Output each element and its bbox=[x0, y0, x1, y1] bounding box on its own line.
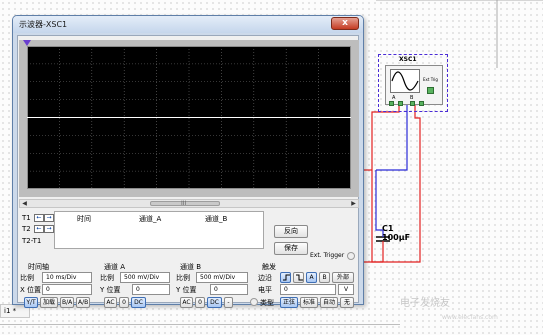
falling-edge-button[interactable] bbox=[293, 272, 304, 283]
mode-add-button[interactable]: 加载 bbox=[40, 297, 58, 308]
mode-ba-button[interactable]: B/A bbox=[60, 297, 74, 308]
close-button[interactable]: x bbox=[331, 17, 359, 30]
channel-b-scale-field[interactable]: 500 mV/Div bbox=[196, 272, 248, 283]
channel-a-ac-button[interactable]: AC bbox=[104, 297, 117, 308]
ext-trig-label: Ext Trig bbox=[423, 77, 438, 82]
scroll-left-icon[interactable]: ◀ bbox=[20, 200, 29, 207]
t1-right-arrow[interactable]: → bbox=[44, 214, 54, 222]
x-position-label: X 位置 bbox=[20, 286, 42, 294]
mode-yt-button[interactable]: Y/T bbox=[24, 297, 38, 308]
trigger-auto-button[interactable]: 自动 bbox=[320, 297, 338, 308]
channel-b-dc-button[interactable]: DC bbox=[207, 297, 222, 308]
channel-b-invert-button[interactable]: - bbox=[224, 297, 233, 308]
channel-b-minus-terminal[interactable] bbox=[419, 101, 424, 106]
channel-b-ypos-label: Y 位置 bbox=[176, 286, 197, 294]
timebase-scale-label: 比例 bbox=[20, 274, 34, 282]
channel-a-zero-button[interactable]: 0 bbox=[119, 297, 129, 308]
reverse-button[interactable]: 反向 bbox=[274, 225, 308, 238]
trigger-source-a-button[interactable]: A bbox=[306, 272, 317, 283]
col-channel-a: 通道_A bbox=[139, 215, 162, 223]
window-title: 示波器-XSC1 bbox=[19, 20, 68, 29]
trigger-none-button[interactable]: 无 bbox=[340, 297, 354, 308]
trigger-level-field[interactable]: 0 bbox=[280, 284, 336, 295]
t1-label: T1 bbox=[22, 214, 31, 222]
trigger-normal-button[interactable]: 标准 bbox=[300, 297, 318, 308]
channel-b-scale-label: 比例 bbox=[176, 274, 190, 282]
ext-trigger-terminal[interactable] bbox=[347, 252, 355, 260]
scroll-thumb[interactable]: III bbox=[150, 200, 220, 207]
trigger-level-unit[interactable]: V bbox=[338, 284, 354, 295]
channel-a-dc-button[interactable]: DC bbox=[131, 297, 146, 308]
scope-display-frame bbox=[19, 40, 359, 197]
oscilloscope-window: 示波器-XSC1 x ◀ III ▶ T1 ← → T2 ← → T2-T1 时… bbox=[12, 15, 364, 308]
channel-a-plus-terminal[interactable] bbox=[389, 101, 394, 106]
channel-a-title: 通道 A bbox=[104, 263, 126, 271]
trigger-source-ext-button[interactable]: 外部 bbox=[332, 272, 354, 283]
title-bar[interactable]: 示波器-XSC1 x bbox=[13, 16, 363, 33]
t2-label: T2 bbox=[22, 225, 31, 233]
t2-left-arrow[interactable]: ← bbox=[34, 225, 44, 233]
channel-b-zero-button[interactable]: 0 bbox=[195, 297, 205, 308]
cursor-readout-table: 时间 通道_A 通道_B bbox=[54, 211, 264, 249]
channel-b-ac-button[interactable]: AC bbox=[180, 297, 193, 308]
channel-a-scale-label: 比例 bbox=[100, 274, 114, 282]
bottom-divider bbox=[0, 324, 400, 325]
scroll-right-icon[interactable]: ▶ bbox=[349, 200, 358, 207]
ext-trig-terminal[interactable] bbox=[427, 87, 434, 94]
trigger-level-label: 电平 bbox=[258, 286, 272, 294]
channel-b-plus-terminal[interactable] bbox=[410, 101, 415, 106]
capacitor-label[interactable]: C1 100µF bbox=[382, 224, 410, 242]
scope-symbol-body: Ext Trig A B bbox=[385, 65, 443, 106]
horizontal-scrollbar[interactable]: ◀ III ▶ bbox=[19, 199, 359, 208]
col-time: 时间 bbox=[77, 215, 91, 223]
channel-a-scale-field[interactable]: 500 mV/Div bbox=[120, 272, 170, 283]
timebase-scale-field[interactable]: 10 ms/Div bbox=[42, 272, 92, 283]
sine-wave-icon bbox=[390, 69, 420, 93]
scope-symbol-name: XSC1 bbox=[399, 56, 417, 63]
trigger-type-label: 类型 bbox=[260, 299, 274, 307]
window-client: ◀ III ▶ T1 ← → T2 ← → T2-T1 时间 通道_A 通道_B… bbox=[17, 35, 359, 308]
falling-edge-icon bbox=[296, 274, 303, 281]
channel-a-ypos-field[interactable]: 0 bbox=[132, 284, 170, 295]
channel-a-minus-terminal[interactable] bbox=[398, 101, 403, 106]
scroll-grip-icon: III bbox=[181, 200, 187, 207]
col-channel-b: 通道_B bbox=[205, 215, 228, 223]
rising-edge-icon bbox=[283, 274, 290, 281]
trigger-source-b-button[interactable]: B bbox=[319, 272, 330, 283]
ext-trigger-label: Ext. Trigger bbox=[310, 252, 345, 259]
channel-b-ypos-field[interactable]: 0 bbox=[210, 284, 248, 295]
watermark-url: www.elecfans.com bbox=[442, 314, 498, 321]
t1-left-arrow[interactable]: ← bbox=[34, 214, 44, 222]
channel-b-title: 通道 B bbox=[180, 263, 202, 271]
watermark: 电子发烧友 bbox=[400, 298, 450, 309]
timebase-title: 时间轴 bbox=[28, 263, 49, 271]
t2-t1-label: T2-T1 bbox=[22, 237, 42, 245]
trigger-single-button[interactable]: 正弦 bbox=[280, 297, 298, 308]
rising-edge-button[interactable] bbox=[280, 272, 291, 283]
trigger-edge-label: 边沿 bbox=[258, 274, 272, 282]
capacitor-name: C1 bbox=[382, 224, 394, 233]
x-position-field[interactable]: 0 bbox=[42, 284, 92, 295]
trigger-type-terminal[interactable] bbox=[250, 298, 258, 306]
t2-right-arrow[interactable]: → bbox=[44, 225, 54, 233]
channel-a-ypos-label: Y 位置 bbox=[100, 286, 121, 294]
save-button[interactable]: 保存 bbox=[274, 242, 308, 255]
mode-ab-button[interactable]: A/B bbox=[76, 297, 90, 308]
oscilloscope-symbol[interactable]: XSC1 Ext Trig A B bbox=[378, 54, 448, 112]
trigger-title: 触发 bbox=[262, 263, 276, 271]
capacitor-value: 100µF bbox=[382, 233, 411, 242]
scope-display bbox=[27, 46, 351, 189]
